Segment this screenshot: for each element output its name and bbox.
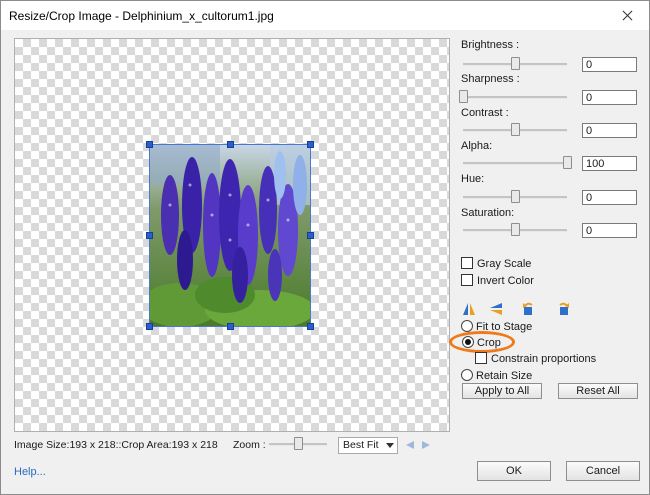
constrain-proportions-label: Constrain proportions	[491, 353, 597, 365]
crop-highlight-ring	[449, 331, 515, 353]
invert-color-option[interactable]: Invert Color	[461, 274, 534, 288]
title-bar: Resize/Crop Image - Delphinium_x_cultoru…	[1, 1, 649, 30]
brightness-label: Brightness :	[461, 39, 520, 51]
rotate-left-icon[interactable]	[521, 302, 535, 316]
sharpness-label: Sharpness :	[461, 73, 520, 85]
saturation-label: Saturation:	[461, 207, 515, 219]
image-preview-canvas[interactable]	[14, 38, 450, 432]
crop-handle-bottom[interactable]	[227, 323, 234, 330]
fit-to-stage-radio[interactable]	[461, 320, 473, 332]
sharpness-slider[interactable]	[459, 90, 567, 104]
brightness-input[interactable]: 0	[582, 57, 637, 72]
zoom-select[interactable]: Best Fit	[338, 437, 398, 454]
hue-slider[interactable]	[463, 190, 567, 204]
sharpness-input[interactable]: 0	[582, 90, 637, 105]
alpha-label: Alpha:	[461, 140, 493, 152]
zoom-slider[interactable]	[269, 437, 327, 451]
crop-handle-left[interactable]	[146, 232, 153, 239]
retain-size-label: Retain Size	[476, 370, 533, 382]
flip-vertical-icon[interactable]	[489, 302, 503, 316]
brightness-thumb[interactable]	[511, 57, 520, 70]
arrow-right-icon[interactable]	[422, 441, 430, 449]
crop-handle-bottom-right[interactable]	[307, 323, 314, 330]
gray-scale-checkbox[interactable]	[461, 257, 473, 269]
cancel-button[interactable]: Cancel	[566, 461, 640, 481]
delphinium-photo	[150, 145, 310, 326]
saturation-slider[interactable]	[463, 223, 567, 237]
invert-color-label: Invert Color	[477, 275, 534, 287]
retain-size-option[interactable]: Retain Size	[461, 369, 532, 383]
crop-handle-right[interactable]	[307, 232, 314, 239]
zoom-select-value: Best Fit	[343, 439, 379, 451]
zoom-label: Zoom :	[233, 439, 266, 451]
contrast-slider[interactable]	[463, 123, 567, 137]
constrain-proportions-checkbox[interactable]	[475, 352, 487, 364]
saturation-input[interactable]: 0	[582, 223, 637, 238]
resize-crop-dialog: Resize/Crop Image - Delphinium_x_cultoru…	[0, 0, 650, 495]
flip-horizontal-icon[interactable]	[462, 302, 476, 316]
arrow-left-icon[interactable]	[406, 441, 414, 449]
close-icon[interactable]	[605, 1, 649, 30]
sharpness-thumb[interactable]	[459, 90, 468, 103]
zoom-slider-thumb[interactable]	[294, 437, 303, 450]
chevron-down-icon	[386, 443, 394, 448]
help-link[interactable]: Help...	[14, 466, 46, 478]
image-thumbnail	[149, 144, 311, 327]
alpha-input[interactable]: 100	[582, 156, 637, 171]
gray-scale-option[interactable]: Gray Scale	[461, 257, 531, 271]
apply-to-all-button[interactable]: Apply to All	[462, 383, 542, 399]
saturation-thumb[interactable]	[511, 223, 520, 236]
hue-input[interactable]: 0	[582, 190, 637, 205]
alpha-thumb[interactable]	[563, 156, 572, 169]
ok-button[interactable]: OK	[477, 461, 551, 481]
reset-all-button[interactable]: Reset All	[558, 383, 638, 399]
slider-track	[463, 96, 567, 99]
hue-thumb[interactable]	[511, 190, 520, 203]
retain-size-radio[interactable]	[461, 369, 473, 381]
invert-color-checkbox[interactable]	[461, 274, 473, 286]
contrast-thumb[interactable]	[511, 123, 520, 136]
crop-handle-top-left[interactable]	[146, 141, 153, 148]
crop-handle-top[interactable]	[227, 141, 234, 148]
gray-scale-label: Gray Scale	[477, 258, 532, 270]
alpha-slider[interactable]	[463, 156, 572, 170]
crop-handle-bottom-left[interactable]	[146, 323, 153, 330]
rotate-right-icon[interactable]	[557, 302, 571, 316]
constrain-proportions-option[interactable]: Constrain proportions	[475, 352, 596, 366]
image-size-status: Image Size:193 x 218::Crop Area:193 x 21…	[14, 439, 218, 451]
slider-track	[463, 162, 567, 165]
contrast-label: Contrast :	[461, 107, 509, 119]
brightness-slider[interactable]	[463, 57, 567, 71]
window-title: Resize/Crop Image - Delphinium_x_cultoru…	[9, 9, 274, 23]
hue-label: Hue:	[461, 173, 485, 185]
contrast-input[interactable]: 0	[582, 123, 637, 138]
crop-handle-top-right[interactable]	[307, 141, 314, 148]
